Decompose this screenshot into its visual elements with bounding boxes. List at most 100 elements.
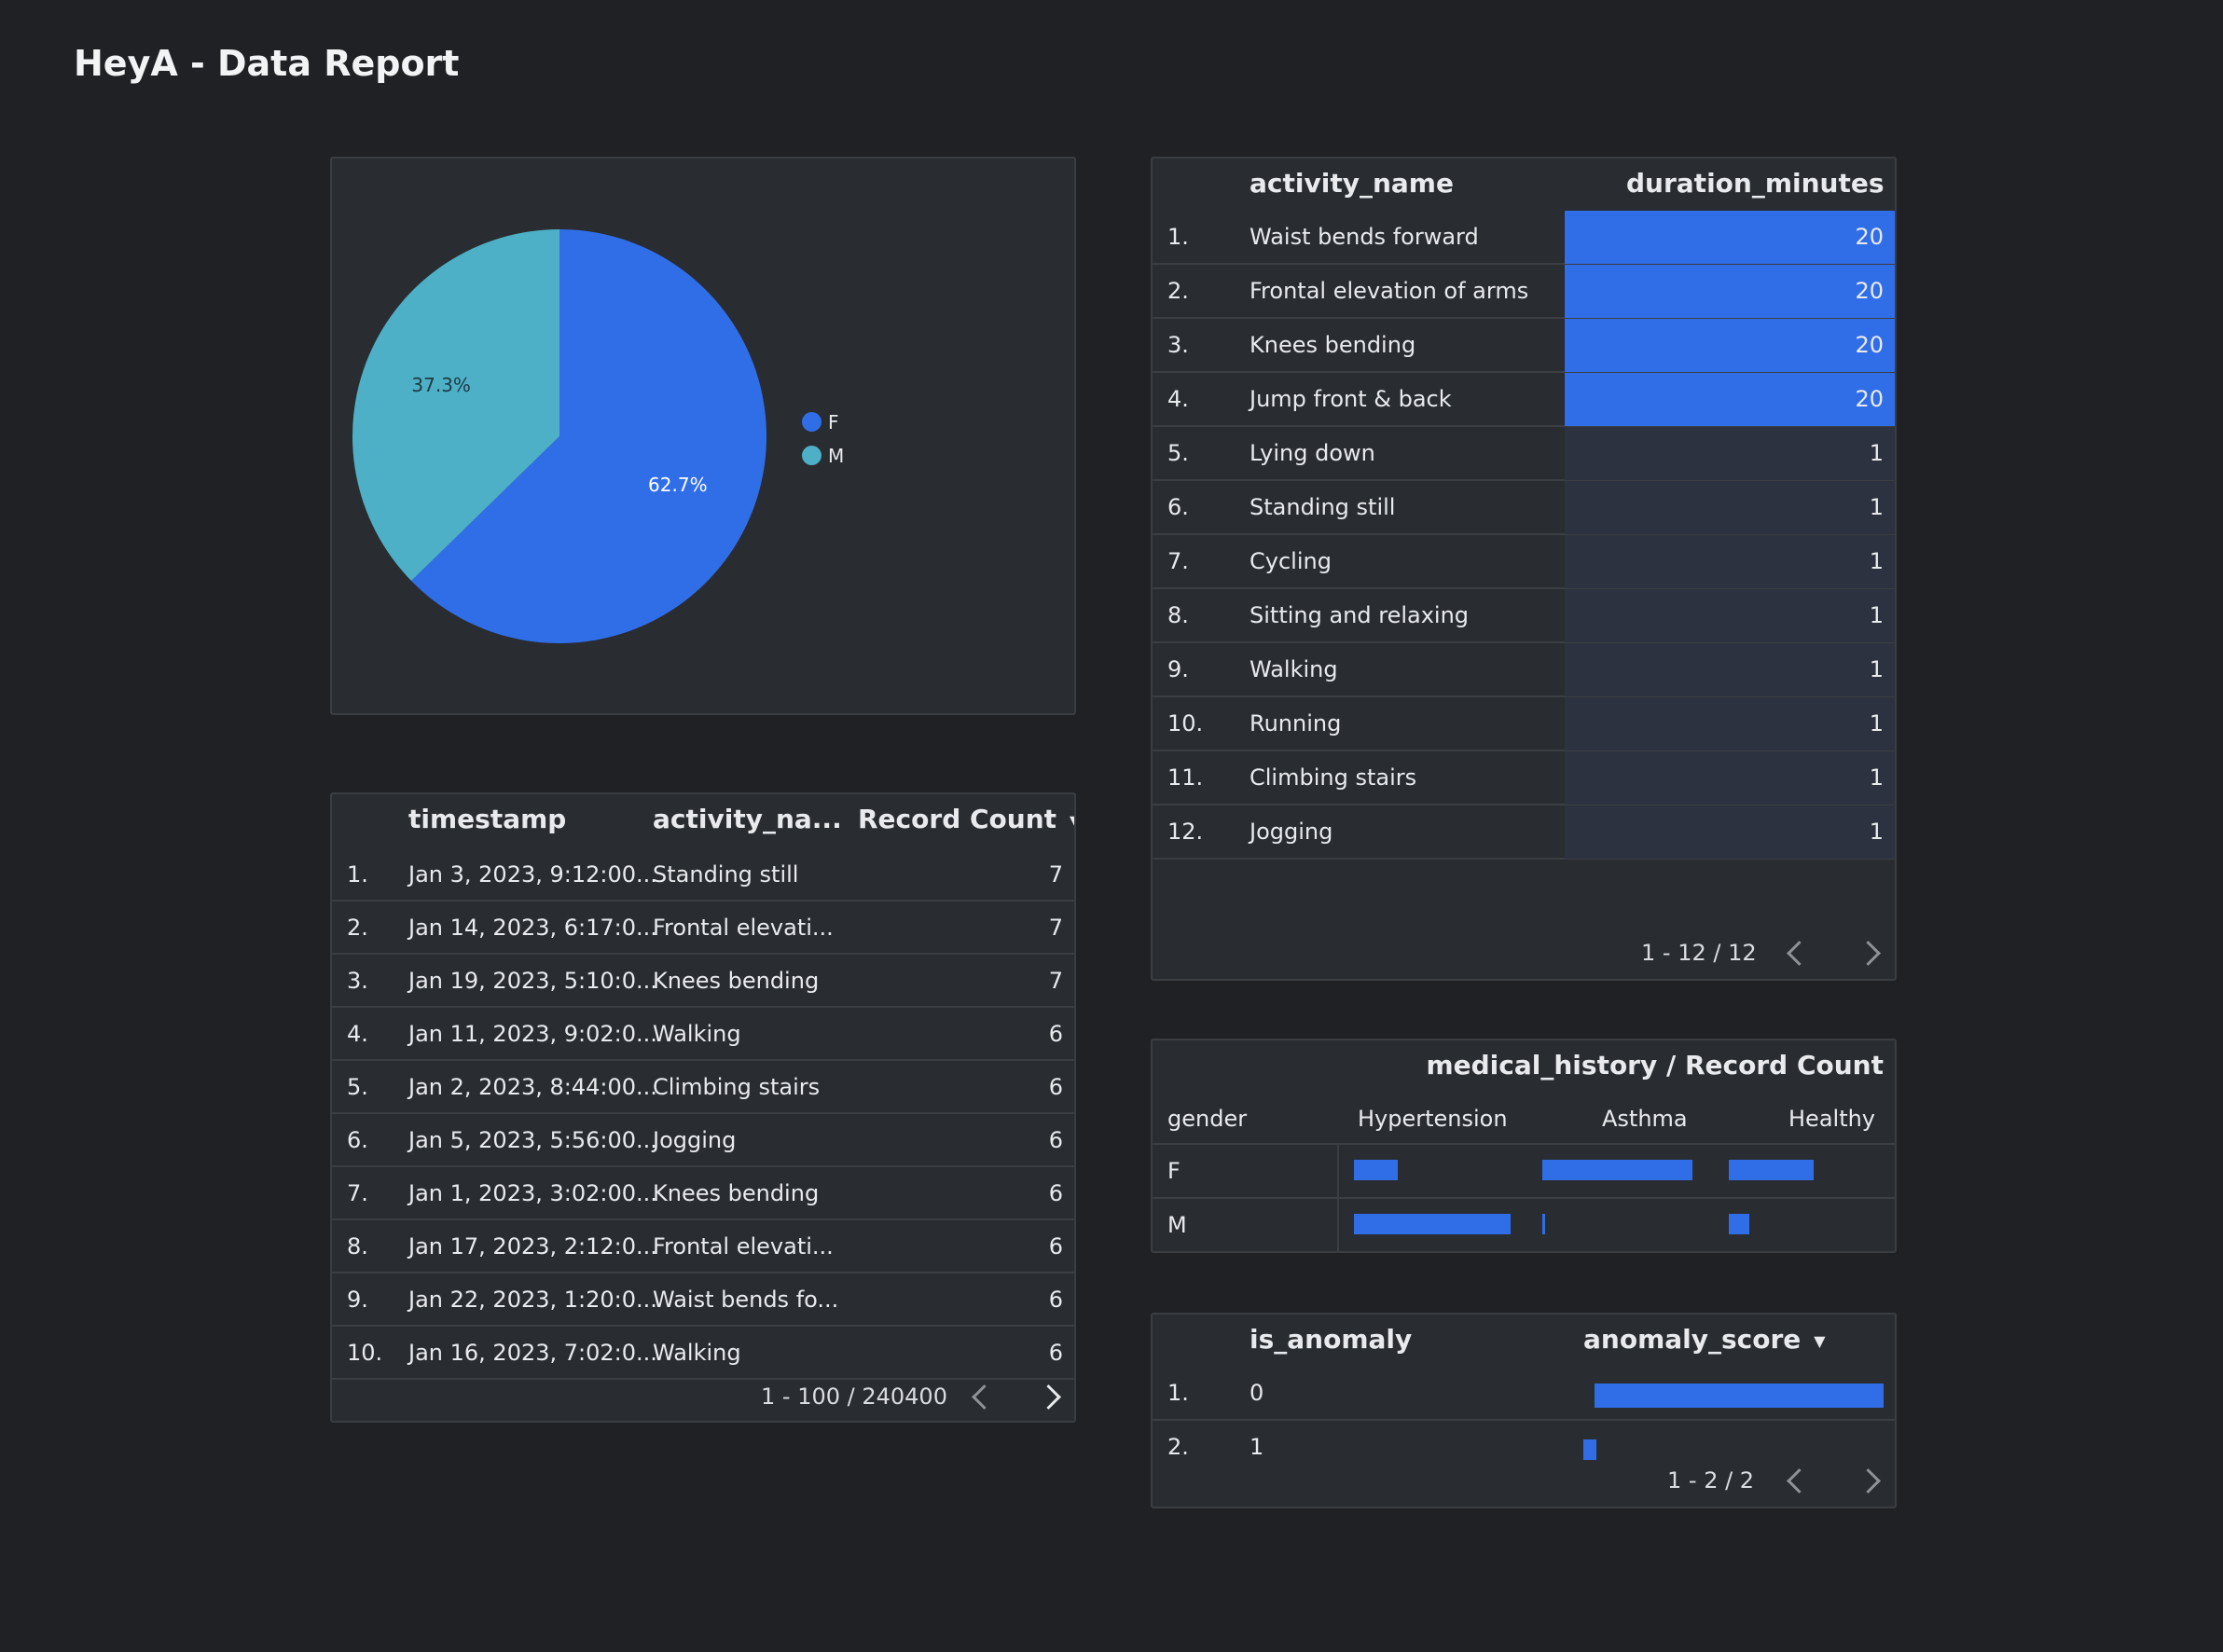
- row-number: 2.: [1167, 1434, 1189, 1460]
- table-row[interactable]: 3. Jan 19, 2023, 5:10:0... Knees bending 7: [332, 955, 1074, 1008]
- column-header-record-count[interactable]: Record Count▼: [858, 804, 1074, 834]
- activity-cell: Knees bending: [653, 968, 820, 994]
- legend-label-f[interactable]: F: [828, 411, 839, 434]
- pivot-bar-asthma-m: [1542, 1214, 1545, 1234]
- activity-duration-table[interactable]: activity_name duration_minutes▼ 1. Waist …: [1151, 157, 1897, 981]
- table-row[interactable]: 2. Frontal elevation of arms 20: [1153, 265, 1895, 319]
- pivot-bar-hypertension-m: [1354, 1214, 1511, 1234]
- previous-page-icon[interactable]: [1787, 941, 1812, 966]
- table-row[interactable]: 4. Jan 11, 2023, 9:02:0... Walking 6: [332, 1008, 1074, 1061]
- record-count-cell: 7: [1048, 968, 1063, 994]
- duration-cell: 1: [1869, 548, 1884, 574]
- column-header-hypertension[interactable]: Hypertension: [1358, 1106, 1508, 1132]
- timestamp-cell: Jan 19, 2023, 5:10:0...: [408, 968, 657, 994]
- column-header-anomaly-score[interactable]: anomaly_score ▼: [1583, 1324, 1826, 1355]
- activity-cell: Frontal elevati...: [653, 915, 834, 941]
- activity-name-cell: Jump front & back: [1250, 386, 1452, 412]
- row-number: 8.: [347, 1233, 368, 1260]
- duration-bar: [1565, 535, 1895, 588]
- duration-bar: [1565, 373, 1895, 426]
- row-number: 4.: [347, 1021, 368, 1047]
- table-row[interactable]: 5. Jan 2, 2023, 8:44:00... Climbing stairs…: [332, 1061, 1074, 1114]
- activity-name-cell: Jogging: [1250, 819, 1333, 845]
- activity-name-cell: Cycling: [1250, 548, 1332, 574]
- duration-cell: 1: [1869, 440, 1884, 466]
- timestamp-cell: Jan 2, 2023, 8:44:00...: [408, 1074, 657, 1100]
- row-number: 1.: [347, 861, 368, 888]
- timestamp-activity-table[interactable]: timestamp activity_na... Record Count▼ 1…: [330, 792, 1076, 1423]
- table-row[interactable]: 1. 0: [1153, 1367, 1895, 1421]
- table-row[interactable]: 12. Jogging 1: [1153, 805, 1895, 860]
- row-number: 9.: [1167, 656, 1189, 682]
- previous-page-icon[interactable]: [972, 1384, 997, 1410]
- gender-pie-chart-panel[interactable]: 62.7% 37.3% F M: [330, 157, 1076, 715]
- duration-cell: 20: [1855, 386, 1884, 412]
- row-number: 8.: [1167, 602, 1189, 628]
- duration-cell: 20: [1855, 278, 1884, 304]
- activity-cell: Walking: [653, 1340, 741, 1366]
- timestamp-cell: Jan 22, 2023, 1:20:0...: [408, 1287, 657, 1313]
- pivot-title: medical_history / Record Count: [1426, 1050, 1884, 1081]
- pivot-bar-hypertension-f: [1354, 1160, 1398, 1180]
- pivot-row-label: M: [1167, 1212, 1187, 1238]
- table-row[interactable]: 9. Jan 22, 2023, 1:20:0... Waist bends fo.…: [332, 1273, 1074, 1327]
- row-number: 9.: [347, 1287, 368, 1313]
- column-header-asthma[interactable]: Asthma: [1602, 1106, 1688, 1132]
- record-count-cell: 7: [1048, 861, 1063, 888]
- table-row[interactable]: 2. Jan 14, 2023, 6:17:0... Frontal elevati…: [332, 902, 1074, 955]
- row-header-gender[interactable]: gender: [1167, 1106, 1247, 1132]
- duration-bar: [1565, 643, 1895, 696]
- next-page-icon[interactable]: [1856, 941, 1881, 966]
- row-number: 11.: [1167, 764, 1204, 791]
- timestamp-cell: Jan 16, 2023, 7:02:0...: [408, 1340, 657, 1366]
- row-number: 6.: [347, 1127, 368, 1153]
- medical-history-pivot-table[interactable]: medical_history / Record Count gender Hy…: [1151, 1039, 1897, 1253]
- pivot-bar-asthma-f: [1542, 1160, 1692, 1180]
- table-row[interactable]: 1. Waist bends forward 20: [1153, 211, 1895, 265]
- table-row[interactable]: 5. Lying down 1: [1153, 427, 1895, 481]
- table-row[interactable]: 7. Jan 1, 2023, 3:02:00... Knees bending 6: [332, 1167, 1074, 1220]
- table-row[interactable]: 10. Running 1: [1153, 697, 1895, 751]
- anomaly-score-bar: [1583, 1439, 1596, 1460]
- table-row[interactable]: 3. Knees bending 20: [1153, 319, 1895, 373]
- record-count-cell: 6: [1048, 1127, 1063, 1153]
- next-page-icon[interactable]: [1036, 1384, 1061, 1410]
- column-header-activity[interactable]: activity_na...: [653, 804, 842, 834]
- sort-desc-icon: ▼: [1814, 1331, 1826, 1350]
- activity-name-cell: Lying down: [1250, 440, 1375, 466]
- activity-name-cell: Climbing stairs: [1250, 764, 1417, 791]
- duration-cell: 20: [1855, 332, 1884, 358]
- column-header-duration-minutes[interactable]: duration_minutes▼: [1626, 168, 1895, 199]
- activity-name-cell: Knees bending: [1250, 332, 1416, 358]
- table-row[interactable]: 10. Jan 16, 2023, 7:02:0... Walking 6: [332, 1327, 1074, 1380]
- duration-bar: [1565, 697, 1895, 750]
- activity-cell: Frontal elevati...: [653, 1233, 834, 1260]
- column-header-is-anomaly[interactable]: is_anomaly: [1250, 1324, 1412, 1355]
- table-row[interactable]: 8. Sitting and relaxing 1: [1153, 589, 1895, 643]
- activity-name-cell: Walking: [1250, 656, 1338, 682]
- activity-name-cell: Sitting and relaxing: [1250, 602, 1470, 628]
- duration-bar: [1565, 319, 1895, 372]
- table-row[interactable]: 6. Jan 5, 2023, 5:56:00... Jogging 6: [332, 1114, 1074, 1167]
- table-row[interactable]: 6. Standing still 1: [1153, 481, 1895, 535]
- column-header-healthy[interactable]: Healthy: [1788, 1106, 1875, 1132]
- record-count-cell: 6: [1048, 1180, 1063, 1206]
- pivot-row-m: M: [1153, 1199, 1895, 1251]
- row-number: 10.: [1167, 710, 1204, 737]
- anomaly-score-table[interactable]: is_anomaly anomaly_score ▼ 1. 0 2. 1 1 - 2 /…: [1151, 1313, 1897, 1508]
- column-header-activity-name[interactable]: activity_name: [1250, 168, 1454, 199]
- record-count-cell: 7: [1048, 915, 1063, 941]
- legend-label-m[interactable]: M: [828, 445, 844, 467]
- table-row[interactable]: 1. Jan 3, 2023, 9:12:00... Standing still 7: [332, 848, 1074, 902]
- gender-pie-chart: 62.7% 37.3%: [352, 229, 766, 643]
- table-row[interactable]: 7. Cycling 1: [1153, 535, 1895, 589]
- row-number: 5.: [347, 1074, 368, 1100]
- table-row[interactable]: 8. Jan 17, 2023, 2:12:0... Frontal elevati…: [332, 1220, 1074, 1273]
- table-row[interactable]: 4. Jump front & back 20: [1153, 373, 1895, 427]
- table-row[interactable]: 9. Walking 1: [1153, 643, 1895, 697]
- table-row[interactable]: 11. Climbing stairs 1: [1153, 751, 1895, 805]
- record-count-cell: 6: [1048, 1074, 1063, 1100]
- pie-label-m: 37.3%: [411, 374, 471, 396]
- table-row[interactable]: 2. 1: [1153, 1421, 1895, 1475]
- column-header-timestamp[interactable]: timestamp: [408, 804, 566, 834]
